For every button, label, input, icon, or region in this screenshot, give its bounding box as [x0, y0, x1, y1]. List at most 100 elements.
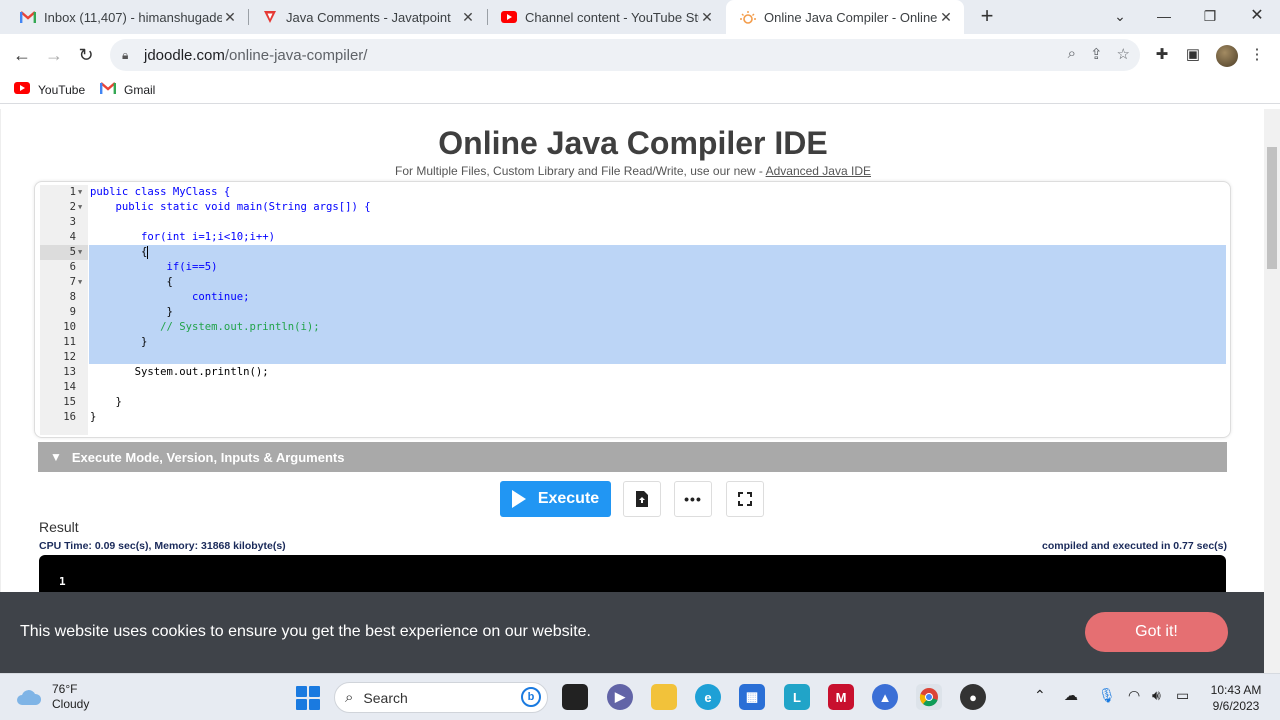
- tab-youtube-studio[interactable]: Channel content - YouTube Studi ✕: [487, 0, 725, 34]
- upload-file-button[interactable]: [623, 481, 661, 517]
- page-subtitle: For Multiple Files, Custom Library and F…: [1, 164, 1264, 178]
- teams-icon[interactable]: ▶: [607, 684, 633, 710]
- fold-arrow-icon[interactable]: ▼: [78, 275, 1223, 290]
- chrome-icon[interactable]: [916, 684, 942, 710]
- cookie-accept-button[interactable]: Got it!: [1085, 612, 1228, 652]
- weather-widget[interactable]: 76°F Cloudy: [16, 682, 89, 712]
- jdoodle-icon: [740, 9, 756, 25]
- execute-button[interactable]: Execute: [500, 481, 611, 517]
- compiled-info: compiled and executed in 0.77 sec(s): [1042, 540, 1227, 552]
- search-icon: ⌕: [345, 689, 354, 706]
- battery-icon[interactable]: ▭: [1176, 687, 1189, 704]
- close-icon[interactable]: ✕: [222, 9, 238, 26]
- browser-tab-strip: Inbox (11,407) - himanshugadek ✕ Java Co…: [0, 0, 1280, 34]
- code-line: System.out.println();: [90, 366, 269, 378]
- url-domain: jdoodle.com: [144, 46, 225, 64]
- code-editor-frame: 1 ▼ 2 ▼ 3 4 5 ▼ 6 7 ▼ 8 9 10 11 12 13 14 15 16 public class…: [34, 181, 1231, 438]
- tab-label: Online Java Compiler - Online Ja: [764, 9, 938, 25]
- system-clock[interactable]: 10:43 AM 9/6/2023: [1206, 682, 1266, 714]
- weather-desc: Cloudy: [52, 697, 90, 711]
- code-line: }: [90, 411, 97, 423]
- tab-search-icon[interactable]: ⌄: [1108, 4, 1132, 28]
- mcafee-icon[interactable]: M: [828, 684, 854, 710]
- store-icon[interactable]: ▦: [739, 684, 765, 710]
- obs-icon[interactable]: ●: [960, 684, 986, 710]
- scrollbar-thumb[interactable]: [1267, 147, 1277, 269]
- line-number: 10: [63, 321, 76, 333]
- code-editor[interactable]: 1 ▼ 2 ▼ 3 4 5 ▼ 6 7 ▼ 8 9 10 11 12 13 14 15 16 public class…: [40, 185, 1226, 435]
- forward-icon[interactable]: →: [42, 43, 66, 67]
- line-number: 8: [69, 291, 76, 303]
- show-hidden-icons[interactable]: ⌃: [1034, 687, 1046, 704]
- taskbar-search[interactable]: ⌕ Search b: [334, 682, 548, 713]
- back-icon[interactable]: ←: [10, 43, 34, 67]
- output-text: 1: [59, 575, 66, 588]
- execute-options-bar[interactable]: ▼ Execute Mode, Version, Inputs & Argume…: [38, 442, 1227, 472]
- fold-arrow-icon[interactable]: ▼: [78, 245, 1223, 260]
- advanced-ide-link[interactable]: Advanced Java IDE: [766, 164, 871, 178]
- code-line: {: [90, 245, 149, 260]
- page-title: Online Java Compiler IDE: [438, 125, 828, 161]
- l-app-icon[interactable]: L: [784, 684, 810, 710]
- code-line: for(int i=1;i<10;i++): [90, 231, 275, 243]
- zoom-search-icon[interactable]: ⌕: [1068, 45, 1076, 63]
- fold-arrow-icon[interactable]: ▼: [78, 185, 1223, 200]
- chevron-down-icon: ▼: [50, 450, 62, 464]
- file-explorer-icon[interactable]: [651, 684, 677, 710]
- cookie-banner: This website uses cookies to ensure you …: [0, 592, 1264, 673]
- code-line: public static void main(String args[]) {: [90, 201, 371, 213]
- extensions-icon[interactable]: ✚: [1151, 44, 1173, 66]
- line-number: 15: [63, 396, 76, 408]
- clock-date: 9/6/2023: [1212, 699, 1260, 713]
- page-scrollbar[interactable]: [1264, 109, 1280, 674]
- execute-label: Execute: [537, 490, 600, 507]
- line-number: 14: [63, 381, 76, 393]
- edge-icon[interactable]: e: [695, 684, 721, 710]
- result-heading: Result: [39, 519, 79, 535]
- profile-avatar[interactable]: [1216, 45, 1238, 67]
- code-line: continue;: [90, 291, 250, 303]
- address-bar[interactable]: 🔒︎ jdoodle.com/online-java-compiler/ ⌕ ⇪…: [110, 39, 1140, 71]
- side-panel-icon[interactable]: ▣: [1182, 44, 1204, 66]
- more-options-button[interactable]: •••: [674, 481, 712, 517]
- close-icon[interactable]: ✕: [938, 9, 954, 26]
- minimize-icon[interactable]: —: [1152, 4, 1176, 28]
- clock-time: 10:43 AM: [1210, 683, 1262, 697]
- bookmark-star-icon[interactable]: ☆: [1117, 45, 1130, 63]
- new-tab-button[interactable]: +: [976, 5, 998, 28]
- windows-start-icon[interactable]: [296, 686, 320, 710]
- search-label: Search: [363, 689, 408, 706]
- execute-options-label: Execute Mode, Version, Inputs & Argument…: [71, 449, 345, 465]
- tab-gmail[interactable]: Inbox (11,407) - himanshugadek ✕: [6, 0, 248, 34]
- file-upload-icon: [636, 491, 648, 507]
- share-icon[interactable]: ⇪: [1090, 45, 1103, 63]
- tab-label: Java Comments - Javatpoint: [286, 9, 451, 25]
- gmail-icon: [20, 9, 36, 25]
- app-triangle-icon[interactable]: ▲: [872, 684, 898, 710]
- line-number: 3: [69, 216, 76, 228]
- fullscreen-button[interactable]: [726, 481, 764, 517]
- bookmark-youtube[interactable]: YouTube: [14, 82, 85, 97]
- restore-icon[interactable]: ❐: [1198, 4, 1222, 28]
- wifi-icon[interactable]: ◠: [1128, 687, 1140, 704]
- bookmark-label: YouTube: [38, 82, 86, 97]
- reload-icon[interactable]: ↻: [74, 43, 98, 67]
- close-icon[interactable]: ✕: [699, 9, 715, 26]
- tab-javatpoint[interactable]: Java Comments - Javatpoint ✕: [248, 0, 486, 34]
- line-number: 11: [63, 336, 76, 348]
- bookmark-gmail[interactable]: Gmail: [100, 82, 155, 97]
- code-line: public class MyClass {: [90, 186, 231, 198]
- fullscreen-icon: [738, 492, 752, 506]
- text-selection: [89, 245, 1226, 364]
- onedrive-icon[interactable]: ☁: [1064, 687, 1078, 704]
- line-number: 13: [63, 366, 76, 378]
- tab-jdoodle[interactable]: Online Java Compiler - Online Ja ✕: [726, 0, 964, 34]
- volume-icon[interactable]: 🔊︎: [1152, 687, 1161, 704]
- menu-icon[interactable]: ⋮: [1246, 44, 1268, 66]
- close-icon[interactable]: ✕: [460, 9, 476, 26]
- close-window-icon[interactable]: ✕: [1245, 4, 1269, 28]
- microphone-icon[interactable]: 🎙︎: [1098, 687, 1116, 704]
- page-content: Online Java Compiler IDE For Multiple Fi…: [0, 109, 1264, 674]
- bookmarks-bar: YouTube Gmail: [0, 76, 1280, 104]
- task-view-icon[interactable]: [562, 684, 588, 710]
